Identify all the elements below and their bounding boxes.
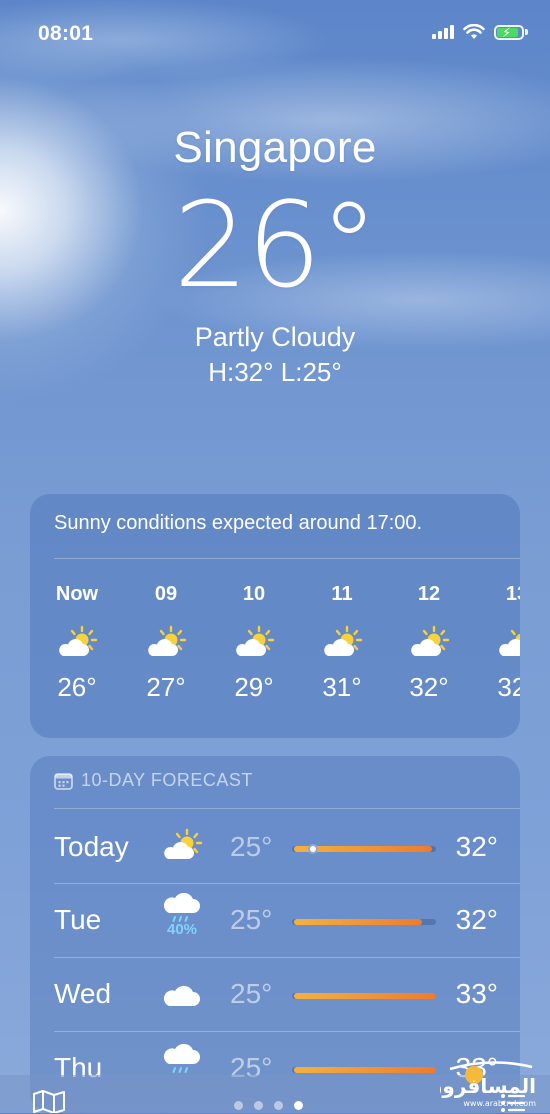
day-name: Tue (54, 904, 102, 935)
day-high: 32° (455, 831, 498, 862)
hourly-item[interactable]: 10 29° (219, 580, 289, 703)
temperature-range-bar (292, 844, 436, 854)
day-low: 25° (230, 904, 273, 935)
hourly-item[interactable]: 09 27° (131, 580, 201, 703)
partly-sunny-icon (163, 828, 203, 861)
day-low: 25° (230, 831, 273, 862)
partly-sunny-icon (147, 625, 187, 658)
current-temperature-marker (308, 844, 318, 854)
cloud-rain-icon (162, 1042, 201, 1073)
battery-icon: ⚡ (494, 24, 524, 40)
hourly-summary: Sunny conditions expected around 17:00. (54, 512, 423, 534)
hourly-forecast-card[interactable]: Sunny conditions expected around 17:00. … (30, 494, 520, 738)
city-name: Singapore (173, 123, 377, 172)
precipitation-chance: 40% (166, 920, 198, 938)
day-low: 25° (230, 978, 273, 1009)
hour-label: 12 (417, 583, 441, 605)
day-high: 32° (455, 904, 498, 935)
watermark-text: المسافرون العرب (440, 1074, 536, 1098)
partly-sunny-icon (410, 625, 450, 658)
hourly-divider (54, 558, 520, 559)
hour-label: 10 (242, 583, 266, 605)
hour-label: 13 (505, 583, 520, 605)
hour-temperature: 32° (409, 672, 449, 702)
page-dot[interactable] (274, 1101, 283, 1110)
day-row[interactable]: Wed 25° 33° (30, 958, 520, 1031)
cloud-icon (163, 985, 200, 1006)
day-name: Wed (54, 978, 112, 1009)
page-dot[interactable] (254, 1101, 263, 1110)
page-dot[interactable] (234, 1101, 243, 1110)
hour-temperature: 27° (146, 672, 186, 702)
hourly-item[interactable]: 11 31° (307, 580, 377, 703)
calendar-icon (54, 772, 73, 790)
partly-sunny-icon (498, 625, 520, 658)
page-indicator[interactable] (234, 1101, 303, 1110)
daily-divider (54, 808, 520, 809)
hour-label: Now (55, 583, 99, 605)
temperature-range-bar (292, 919, 436, 925)
page-dot-active[interactable] (294, 1101, 303, 1110)
partly-sunny-icon (235, 625, 275, 658)
day-high: 33° (455, 978, 498, 1009)
partly-sunny-icon (323, 625, 363, 658)
hourly-item[interactable]: Now 26° (42, 580, 112, 703)
day-name: Today (54, 831, 129, 862)
cellular-signal-icon (432, 25, 454, 39)
partly-sunny-icon (58, 625, 98, 658)
status-time: 08:01 (38, 22, 94, 45)
hourly-item[interactable]: 13 32° (482, 580, 520, 703)
wifi-icon (463, 24, 485, 39)
cloud-rain-icon (162, 891, 201, 922)
ten-day-title: 10-DAY FORECAST (81, 770, 253, 790)
hour-temperature: 26° (57, 672, 97, 702)
day-row[interactable]: Today 25° 32° (30, 811, 520, 884)
hour-temperature: 32° (497, 672, 520, 702)
day-row[interactable]: Tue 40% 25° 32° (30, 884, 520, 957)
hour-temperature: 31° (322, 672, 362, 702)
current-condition: Partly Cloudy (194, 322, 356, 352)
hourly-item[interactable]: 12 32° (394, 580, 464, 703)
temperature-range-bar (292, 1067, 436, 1073)
current-weather: Singapore 26° Partly Cloudy H:32° L:25° (0, 118, 550, 390)
map-icon[interactable] (32, 1089, 66, 1113)
watermark-graphic: المسافرون العرب www.arabtrvl.com (360, 1061, 536, 1108)
hour-label: 11 (331, 583, 353, 605)
watermark-url: www.arabtrvl.com (463, 1099, 536, 1108)
status-bar: 08:01 ⚡ (0, 0, 550, 64)
ten-day-header: 10-DAY FORECAST (54, 770, 253, 791)
temperature-range-bar (292, 993, 436, 999)
high-low: H:32° L:25° (208, 357, 342, 387)
status-icons: ⚡ (432, 24, 528, 40)
hour-temperature: 29° (234, 672, 274, 702)
current-temperature: 26° (173, 176, 378, 314)
hour-label: 09 (154, 583, 178, 605)
watermark-logo: المسافرون العرب www.arabtrvl.com (360, 1055, 540, 1109)
